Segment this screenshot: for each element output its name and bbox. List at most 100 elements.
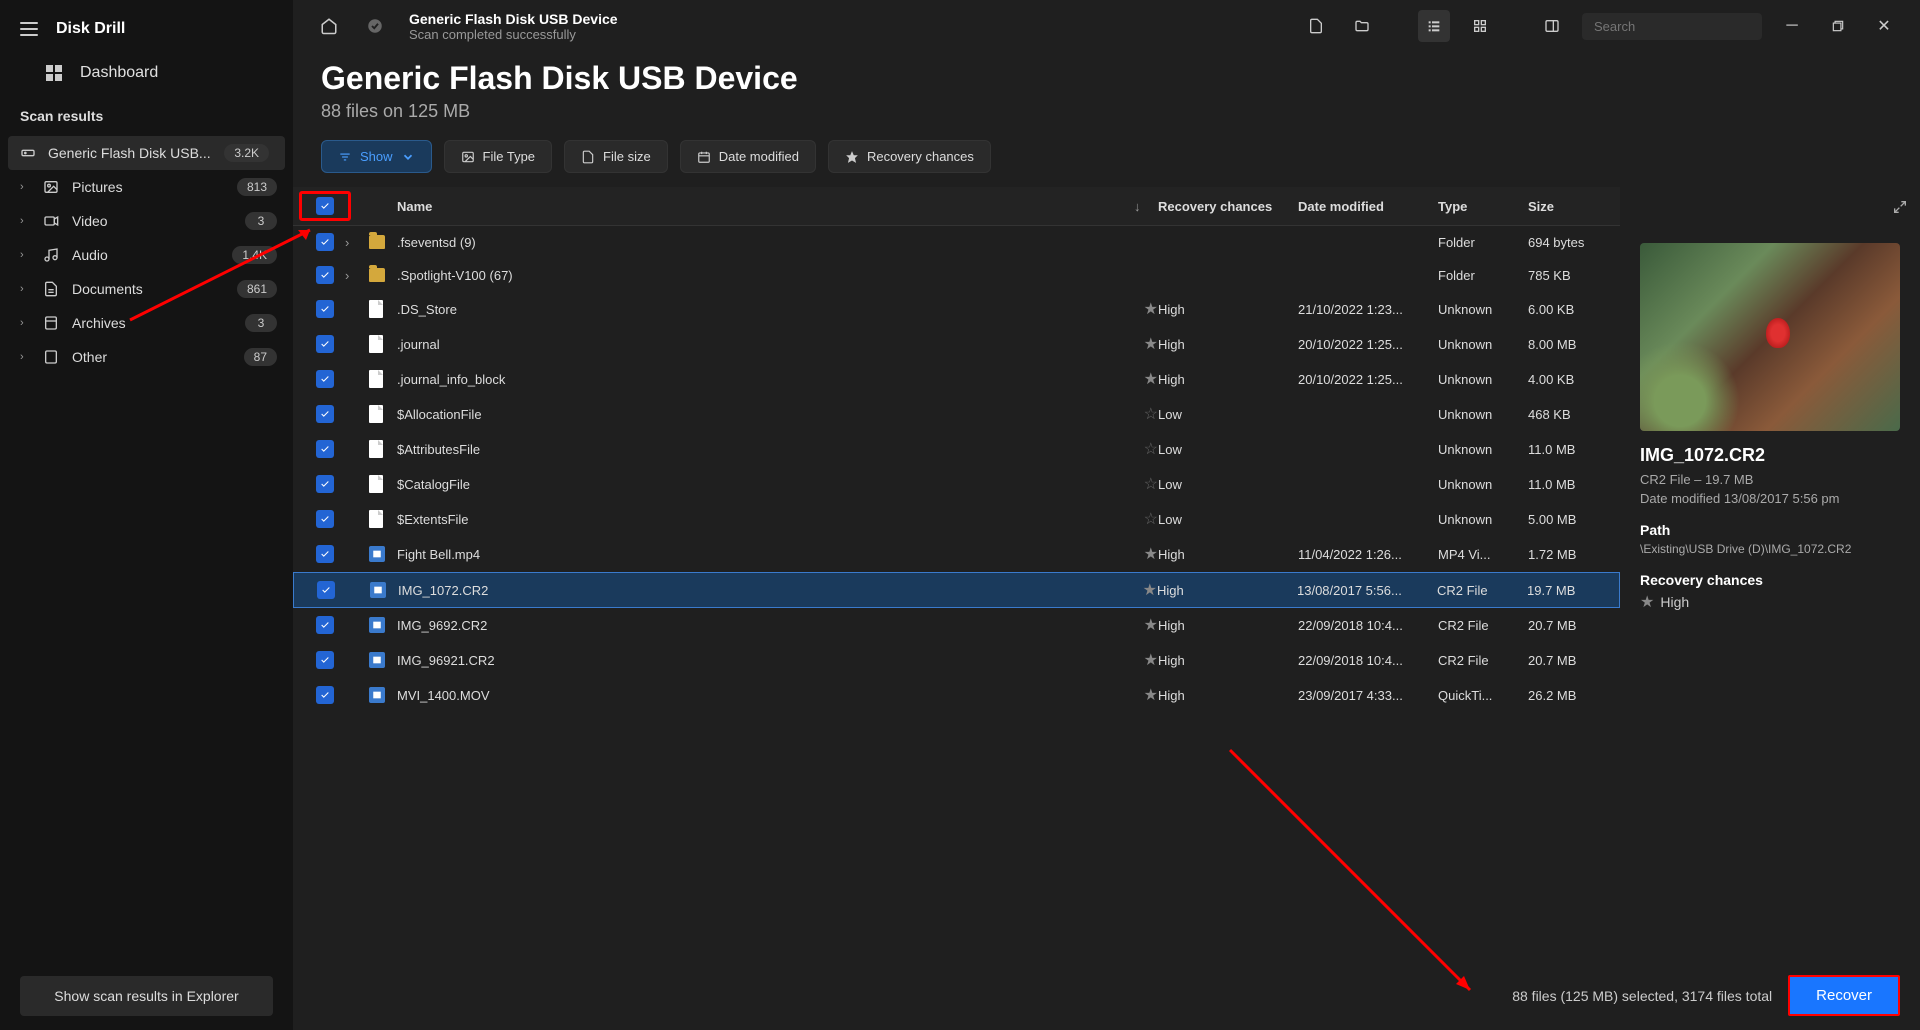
row-checkbox[interactable]: [316, 651, 334, 669]
category-badge: 87: [244, 348, 277, 366]
file-icon[interactable]: [1300, 10, 1332, 42]
filter-icon: [338, 150, 352, 164]
close-button[interactable]: ✕: [1868, 10, 1900, 42]
date-value: 23/09/2017 4:33...: [1298, 688, 1438, 703]
row-checkbox[interactable]: [316, 686, 334, 704]
col-type[interactable]: Type: [1438, 199, 1528, 214]
panel-icon[interactable]: [1536, 10, 1568, 42]
table-row[interactable]: › .fseventsd (9) Folder 694 bytes: [293, 226, 1620, 259]
expand-icon[interactable]: [1892, 199, 1908, 220]
home-icon[interactable]: [313, 10, 345, 42]
sidebar-category-pictures[interactable]: › Pictures 813: [0, 170, 293, 204]
row-checkbox[interactable]: [316, 475, 334, 493]
col-size[interactable]: Size: [1528, 199, 1608, 214]
table-body: › .fseventsd (9) Folder 694 bytes › .Spo…: [293, 226, 1620, 961]
file-size-filter[interactable]: File size: [564, 140, 668, 173]
recovery-value: Low: [1158, 477, 1298, 492]
category-icon: [42, 180, 60, 194]
table-row[interactable]: .journal ★ High 20/10/2022 1:25... Unkno…: [293, 327, 1620, 362]
date-filter[interactable]: Date modified: [680, 140, 816, 173]
table-row[interactable]: .journal_info_block ★ High 20/10/2022 1:…: [293, 362, 1620, 397]
sidebar-device-item[interactable]: Generic Flash Disk USB... 3.2K: [8, 136, 285, 170]
file-name: IMG_1072.CR2: [398, 583, 1133, 598]
search-input[interactable]: [1594, 19, 1770, 34]
menu-icon[interactable]: [20, 22, 38, 36]
sidebar-category-documents[interactable]: › Documents 861: [0, 272, 293, 306]
main: Generic Flash Disk USB Device Scan compl…: [293, 0, 1920, 1030]
table-row[interactable]: .DS_Store ★ High 21/10/2022 1:23... Unkn…: [293, 292, 1620, 327]
list-view-icon[interactable]: [1418, 10, 1450, 42]
col-name[interactable]: Name: [397, 199, 1134, 214]
show-filter-button[interactable]: Show: [321, 140, 432, 173]
scan-results-label: Scan results: [0, 96, 293, 136]
media-file-icon: [369, 617, 385, 633]
sidebar-category-archives[interactable]: › Archives 3: [0, 306, 293, 340]
type-value: Folder: [1438, 268, 1528, 283]
table-row[interactable]: IMG_96921.CR2 ★ High 22/09/2018 10:4... …: [293, 643, 1620, 678]
type-value: Unknown: [1438, 442, 1528, 457]
sidebar-dashboard[interactable]: Dashboard: [0, 50, 293, 96]
folder-icon[interactable]: [1346, 10, 1378, 42]
star-outline-icon: ☆: [1144, 476, 1158, 493]
row-checkbox[interactable]: [316, 405, 334, 423]
row-checkbox[interactable]: [316, 335, 334, 353]
dashboard-label: Dashboard: [80, 64, 158, 82]
table-row[interactable]: MVI_1400.MOV ★ High 23/09/2017 4:33... Q…: [293, 678, 1620, 713]
date-value: 20/10/2022 1:25...: [1298, 337, 1438, 352]
row-checkbox[interactable]: [317, 581, 335, 599]
size-value: 5.00 MB: [1528, 512, 1608, 527]
table-row[interactable]: $AllocationFile ☆ Low Unknown 468 KB: [293, 397, 1620, 432]
table-row[interactable]: IMG_1072.CR2 ★ High 13/08/2017 5:56... C…: [293, 572, 1620, 608]
sidebar-category-other[interactable]: › Other 87: [0, 340, 293, 374]
table-row[interactable]: $CatalogFile ☆ Low Unknown 11.0 MB: [293, 467, 1620, 502]
table-row[interactable]: $AttributesFile ☆ Low Unknown 11.0 MB: [293, 432, 1620, 467]
file-name: .DS_Store: [397, 302, 1134, 317]
table-row[interactable]: IMG_9692.CR2 ★ High 22/09/2018 10:4... C…: [293, 608, 1620, 643]
selection-status: 88 files (125 MB) selected, 3174 files t…: [1512, 988, 1772, 1004]
table-row[interactable]: $ExtentsFile ☆ Low Unknown 5.00 MB: [293, 502, 1620, 537]
table-row[interactable]: Fight Bell.mp4 ★ High 11/04/2022 1:26...…: [293, 537, 1620, 572]
size-value: 694 bytes: [1528, 235, 1608, 250]
search-box[interactable]: [1582, 13, 1762, 40]
chevron-right-icon: ›: [20, 181, 30, 193]
recover-button[interactable]: Recover: [1788, 975, 1900, 1016]
col-date[interactable]: Date modified: [1298, 199, 1438, 214]
recovery-filter[interactable]: Recovery chances: [828, 140, 991, 173]
col-recovery[interactable]: Recovery chances: [1158, 199, 1298, 214]
show-in-explorer-button[interactable]: Show scan results in Explorer: [20, 976, 273, 1016]
expand-icon[interactable]: ›: [345, 268, 349, 283]
recovery-label: Recovery chances: [867, 149, 974, 164]
row-checkbox[interactable]: [316, 300, 334, 318]
recovery-value: High: [1157, 583, 1297, 598]
file-type-filter[interactable]: File Type: [444, 140, 553, 173]
type-value: Unknown: [1438, 512, 1528, 527]
row-checkbox[interactable]: [316, 616, 334, 634]
row-checkbox[interactable]: [316, 233, 334, 251]
row-checkbox[interactable]: [316, 370, 334, 388]
star-icon: ★: [1144, 371, 1158, 388]
star-icon: ★: [1144, 546, 1158, 563]
expand-icon[interactable]: ›: [345, 235, 349, 250]
sidebar-category-audio[interactable]: › Audio 1.4K: [0, 238, 293, 272]
rc-value: High: [1660, 594, 1689, 610]
chevron-right-icon: ›: [20, 351, 30, 363]
maximize-button[interactable]: [1822, 10, 1854, 42]
recovery-value: High: [1158, 653, 1298, 668]
size-value: 20.7 MB: [1528, 653, 1608, 668]
table-row[interactable]: › .Spotlight-V100 (67) Folder 785 KB: [293, 259, 1620, 292]
row-checkbox[interactable]: [316, 440, 334, 458]
drive-icon: [20, 145, 36, 161]
category-badge: 861: [237, 280, 277, 298]
document-icon: [369, 440, 383, 458]
file-name: .journal: [397, 337, 1134, 352]
sidebar-header: Disk Drill: [0, 8, 293, 50]
sidebar-category-video[interactable]: › Video 3: [0, 204, 293, 238]
category-label: Pictures: [72, 179, 225, 195]
row-checkbox[interactable]: [316, 510, 334, 528]
row-checkbox[interactable]: [316, 545, 334, 563]
grid-view-icon[interactable]: [1464, 10, 1496, 42]
file-type-label: File Type: [483, 149, 536, 164]
row-checkbox[interactable]: [316, 266, 334, 284]
minimize-button[interactable]: ─: [1776, 10, 1808, 42]
sort-icon[interactable]: ↓: [1134, 199, 1158, 214]
